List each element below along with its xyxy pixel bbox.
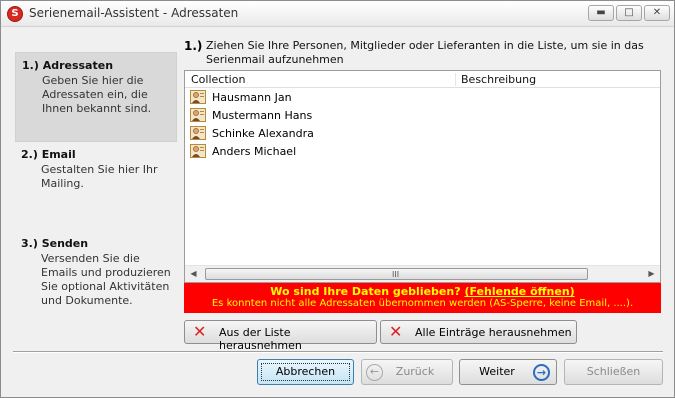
footer-divider — [13, 351, 663, 353]
remove-all-button[interactable]: ✕ Alle Einträge herausnehmen — [380, 320, 577, 344]
back-button[interactable]: ← Zurück — [361, 359, 453, 385]
column-separator[interactable] — [455, 73, 456, 86]
close-window-button[interactable]: ✕ — [644, 5, 670, 21]
list-item-name: Mustermann Hans — [212, 109, 313, 122]
column-header-beschreibung[interactable]: Beschreibung — [461, 73, 536, 86]
scroll-grip: III — [392, 270, 400, 279]
minimize-button[interactable]: ▬ — [588, 5, 614, 21]
window-controls: ▬ □ ✕ — [588, 5, 670, 21]
step-adressaten[interactable]: 1.) Adressaten Geben Sie hier die Adress… — [15, 52, 177, 142]
person-card-icon — [190, 89, 206, 105]
delete-x-icon: ✕ — [193, 322, 207, 341]
list-rows: Hausmann Jan Mustermann Hans Schinke Alexa… — [185, 88, 660, 160]
warning-detail: Es konnten nicht alle Adressaten übernom… — [211, 298, 634, 309]
list-item[interactable]: Schinke Alexandra — [185, 124, 660, 142]
missing-data-warning: Wo sind Ihre Daten geblieben? (Fehlende … — [184, 283, 661, 313]
button-label: Alle Einträge herausnehmen — [415, 326, 572, 339]
next-button[interactable]: Weiter → — [459, 359, 557, 385]
person-card-icon — [190, 143, 206, 159]
remove-from-list-button[interactable]: ✕ Aus der Liste herausnehmen — [184, 320, 377, 352]
close-button[interactable]: Schließen — [564, 359, 663, 385]
focus-rectangle — [261, 363, 350, 381]
step-title: 3.) Senden — [21, 237, 89, 250]
content-instruction: Ziehen Sie Ihre Personen, Mitglieder ode… — [206, 39, 644, 66]
list-item[interactable]: Hausmann Jan — [185, 88, 660, 106]
arrow-right-icon: → — [533, 364, 550, 381]
scroll-left-arrow-icon[interactable]: ◀ — [185, 266, 202, 282]
list-item[interactable]: Anders Michael — [185, 142, 660, 160]
open-missing-link[interactable]: (Fehlende öffnen) — [464, 285, 574, 298]
button-label: Zurück — [395, 365, 435, 378]
list-header: Collection Beschreibung — [185, 71, 660, 88]
warning-question: Wo sind Ihre Daten geblieben? — [270, 285, 461, 298]
person-card-icon — [190, 107, 206, 123]
step-senden[interactable]: 3.) Senden Versenden Sie die Emails und … — [15, 231, 177, 321]
maximize-button[interactable]: □ — [616, 5, 642, 21]
delete-x-icon: ✕ — [389, 322, 403, 341]
list-item[interactable]: Mustermann Hans — [185, 106, 660, 124]
step-title: 1.) Adressaten — [22, 59, 114, 72]
step-email[interactable]: 2.) Email Gestalten Sie hier Ihr Mailing… — [15, 142, 177, 222]
arrow-left-icon: ← — [366, 364, 383, 381]
list-item-name: Anders Michael — [212, 145, 297, 158]
cancel-button[interactable]: Abbrechen — [257, 359, 354, 385]
window-title: Serienemail-Assistent - Adressaten — [29, 6, 239, 20]
addressee-list[interactable]: Collection Beschreibung Hausmann Jan Must… — [184, 70, 661, 283]
step-title: 2.) Email — [21, 148, 76, 161]
button-label: Weiter — [479, 365, 515, 378]
button-label: Aus der Liste herausnehmen — [219, 326, 302, 352]
content-step-number: 1.) — [184, 39, 203, 53]
button-label: Schließen — [586, 365, 641, 378]
horizontal-scrollbar[interactable]: ◀ III ▶ — [185, 265, 660, 282]
person-card-icon — [190, 125, 206, 141]
scroll-thumb[interactable]: III — [205, 268, 588, 280]
list-item-name: Hausmann Jan — [212, 91, 292, 104]
wizard-steps-panel: 1.) Adressaten Geben Sie hier die Adress… — [15, 49, 177, 344]
scroll-right-arrow-icon[interactable]: ▶ — [643, 266, 660, 282]
step-description: Versenden Sie die Emails und produzieren… — [41, 252, 171, 307]
column-header-collection[interactable]: Collection — [191, 73, 245, 86]
wizard-window: S Serienemail-Assistent - Adressaten ▬ □… — [0, 0, 675, 398]
step-description: Geben Sie hier die Adressaten ein, die I… — [42, 74, 152, 115]
list-item-name: Schinke Alexandra — [212, 127, 314, 140]
step-description: Gestalten Sie hier Ihr Mailing. — [41, 163, 158, 190]
title-bar: S Serienemail-Assistent - Adressaten ▬ □… — [1, 1, 674, 27]
warning-headline: Wo sind Ihre Daten geblieben? (Fehlende … — [184, 285, 661, 298]
app-logo-icon: S — [7, 6, 23, 22]
